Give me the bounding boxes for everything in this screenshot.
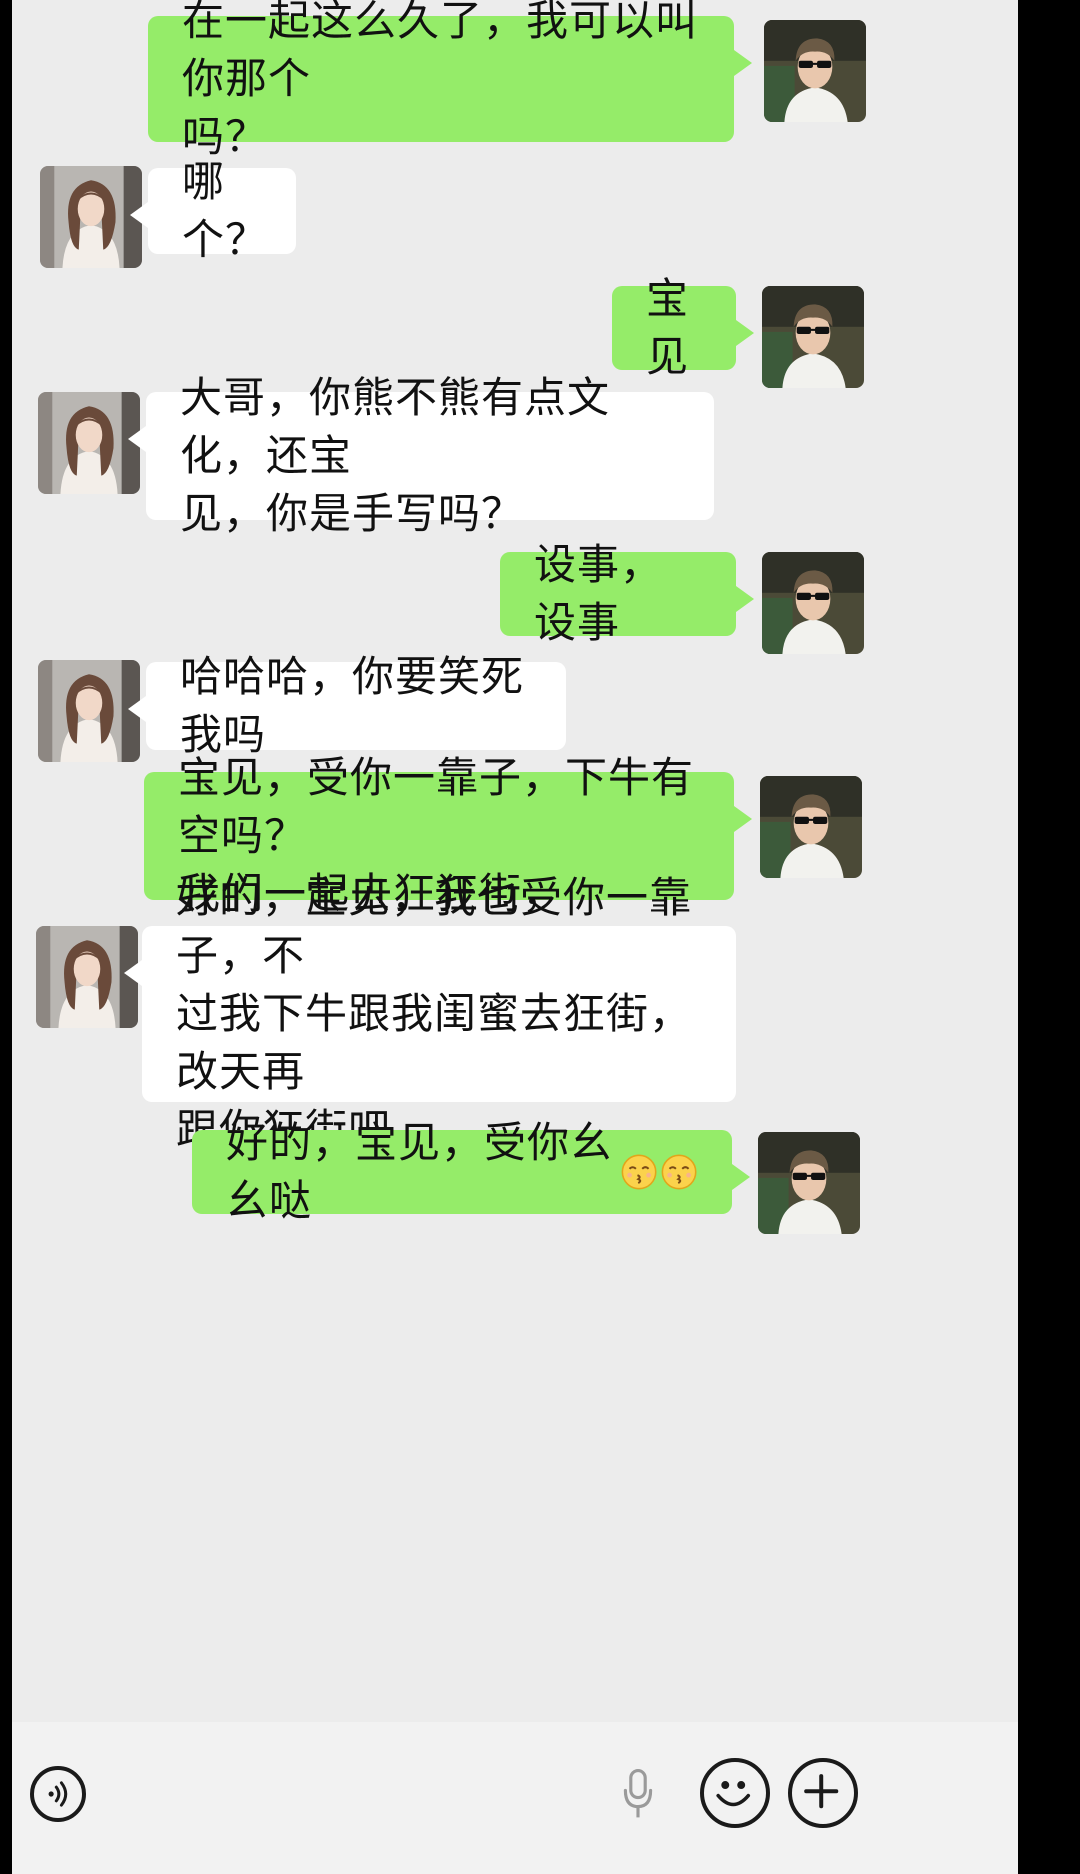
self-avatar[interactable] [760,776,862,878]
plus-icon [804,1774,839,1809]
microphone-icon[interactable] [620,1766,656,1822]
voice-input-icon [48,1781,68,1807]
more-options-button[interactable] [788,1758,858,1828]
contact-avatar[interactable] [36,926,138,1028]
self-avatar[interactable] [758,1132,860,1234]
message-text: 好的，宝见，受你幺幺哒 [226,1118,614,1225]
woman-portrait-avatar-image [40,166,142,268]
self-avatar[interactable] [762,552,864,654]
message-text: 设事，设事 [534,540,664,647]
message-bubble-sent[interactable]: 宝见 [612,274,754,381]
kissing-face-icon [620,1149,658,1195]
emoji-button[interactable] [700,1758,770,1828]
message-bubble-sent[interactable]: 好的，宝见，受你幺幺哒 [192,1118,750,1225]
man-with-sunglasses-avatar-image [764,20,866,122]
chat-input-bar [12,1722,1018,1874]
contact-avatar[interactable] [40,166,142,268]
man-with-sunglasses-avatar-image [758,1132,860,1234]
woman-portrait-avatar-image [38,392,140,494]
man-with-sunglasses-avatar-image [760,776,862,878]
message-bubble-received[interactable]: 哪个？ [130,157,296,264]
message-text: 在一起这么久了，我可以叫你那个 吗？ [182,0,699,161]
woman-portrait-avatar-image [38,660,140,762]
voice-input-button[interactable] [30,1766,86,1822]
emoji-icon [716,1781,751,1807]
message-text: 大哥，你熊不熊有点文化，还宝 见，你是手写吗？ [180,373,611,538]
message-bubble-sent[interactable]: 在一起这么久了，我可以叫你那个 吗？ [148,0,752,161]
message-bubble-received[interactable]: 好的，宝见，我也受你一靠子，不 过我下牛跟我闺蜜去狂街，改天再 跟你狂街吧 [124,873,736,1154]
contact-avatar[interactable] [38,392,140,494]
man-with-sunglasses-avatar-image [762,552,864,654]
contact-avatar[interactable] [38,660,140,762]
message-bubble-received[interactable]: 哈哈哈，你要笑死我吗 [128,652,566,759]
message-bubble-sent[interactable]: 设事，设事 [500,540,754,647]
self-avatar[interactable] [762,286,864,388]
kissing-face-icon [660,1149,698,1195]
self-avatar[interactable] [764,20,866,122]
woman-portrait-avatar-image [36,926,138,1028]
man-with-sunglasses-avatar-image [762,286,864,388]
message-bubble-received[interactable]: 大哥，你熊不熊有点文化，还宝 见，你是手写吗？ [128,373,714,538]
message-text: 哈哈哈，你要笑死我吗 [180,652,525,759]
chat-screen: 在一起这么久了，我可以叫你那个 吗？ 哪个？ 宝见 大哥，你熊不熊有点文化，还宝… [12,0,1018,1874]
message-text: 哪个？ [182,157,269,264]
